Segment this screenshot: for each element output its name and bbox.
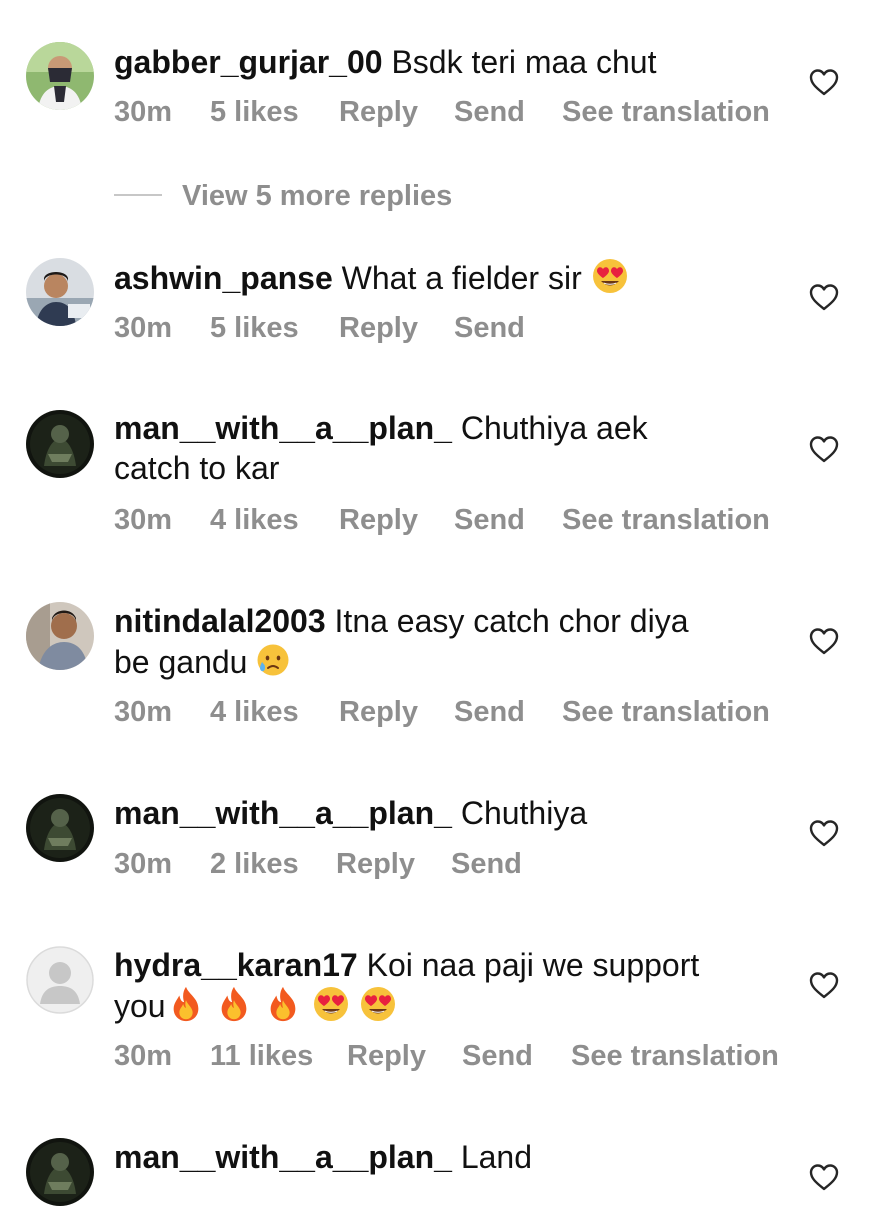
heart-outline-icon[interactable] [808,434,840,464]
comment-timestamp: 30m [114,312,173,344]
fire-emoji-icon [214,985,254,1023]
likes-count[interactable]: 5 likes [210,312,299,345]
see-translation-button[interactable]: See translation [571,1040,779,1073]
reply-button[interactable]: Reply [347,1040,426,1073]
sad-tear-emoji-icon [256,641,290,679]
comment-body: Bsdk teri maa chut [391,44,657,80]
see-translation-button[interactable]: See translation [562,696,770,729]
avatar[interactable] [26,946,94,1014]
comment-text: man__with__a__plan_ Chuthiya aek catch t… [114,408,774,488]
comment-username[interactable]: gabber_gurjar_00 [114,44,383,80]
comment-body-line-1: Chuthiya aek [460,410,648,446]
comment-username[interactable]: man__with__a__plan_ [114,1139,452,1175]
send-button[interactable]: Send [462,1040,533,1073]
reply-button[interactable]: Reply [339,312,418,345]
comment-text: ashwin_panse What a fielder sir [114,257,774,298]
reply-button[interactable]: Reply [336,848,415,881]
send-button[interactable]: Send [451,848,522,881]
comment-text: man__with__a__plan_ Chuthiya [114,793,774,833]
likes-count[interactable]: 4 likes [210,696,299,729]
comment-body: What a fielder sir [341,260,582,296]
view-more-replies-button[interactable]: View 5 more replies [114,180,514,212]
heart-outline-icon[interactable] [808,1162,840,1192]
comment-body-line-2: catch to kar [114,450,280,486]
avatar[interactable] [26,42,94,110]
comment-username[interactable]: man__with__a__plan_ [114,410,452,446]
avatar[interactable] [26,258,94,326]
comment-body-line-2: you [114,988,166,1024]
comment-timestamp: 30m [114,96,173,128]
comment-timestamp: 30m [114,848,173,880]
reply-button[interactable]: Reply [339,504,418,537]
comment-username[interactable]: hydra__karan17 [114,947,358,983]
likes-count[interactable]: 11 likes [210,1040,313,1073]
reply-button[interactable]: Reply [339,96,418,129]
comment-username[interactable]: nitindalal2003 [114,603,326,639]
comment-timestamp: 30m [114,1040,173,1072]
divider-line [114,194,162,196]
heart-eyes-emoji-icon [591,257,629,295]
comment-timestamp: 30m [114,504,173,536]
comment-body-line-1: Koi naa paji we support [366,947,700,983]
send-button[interactable]: Send [454,96,525,129]
comment-timestamp: 30m [114,696,173,728]
heart-eyes-emoji-icon [359,985,397,1023]
see-translation-button[interactable]: See translation [562,504,770,537]
comment-body: Land [460,1139,533,1175]
avatar[interactable] [26,410,94,478]
avatar[interactable] [26,794,94,862]
heart-outline-icon[interactable] [808,67,840,97]
heart-eyes-emoji-icon [312,985,350,1023]
comment-username[interactable]: man__with__a__plan_ [114,795,452,831]
fire-emoji-icon [263,985,303,1023]
comment-body: Chuthiya [460,795,588,831]
avatar[interactable] [26,1138,94,1206]
heart-outline-icon[interactable] [808,282,840,312]
fire-emoji-icon [166,985,206,1023]
likes-count[interactable]: 4 likes [210,504,299,537]
heart-outline-icon[interactable] [808,970,840,1000]
heart-outline-icon[interactable] [808,626,840,656]
comment-username[interactable]: ashwin_panse [114,260,333,296]
heart-outline-icon[interactable] [808,818,840,848]
send-button[interactable]: Send [454,696,525,729]
likes-count[interactable]: 5 likes [210,96,299,129]
comment-body-line-2: be gandu [114,644,248,680]
reply-button[interactable]: Reply [339,696,418,729]
comment-text: hydra__karan17 Koi naa paji we support y… [114,945,774,1026]
see-translation-button[interactable]: See translation [562,96,770,129]
avatar[interactable] [26,602,94,670]
comment-text: nitindalal2003 Itna easy catch chor diya… [114,601,774,682]
send-button[interactable]: Send [454,504,525,537]
view-more-replies-label: View 5 more replies [182,180,453,212]
likes-count[interactable]: 2 likes [210,848,299,881]
comment-text: man__with__a__plan_ Land [114,1137,774,1177]
send-button[interactable]: Send [454,312,525,345]
comment-text: gabber_gurjar_00 Bsdk teri maa chut [114,42,774,82]
comment-body-line-1: Itna easy catch chor diya [334,603,689,639]
